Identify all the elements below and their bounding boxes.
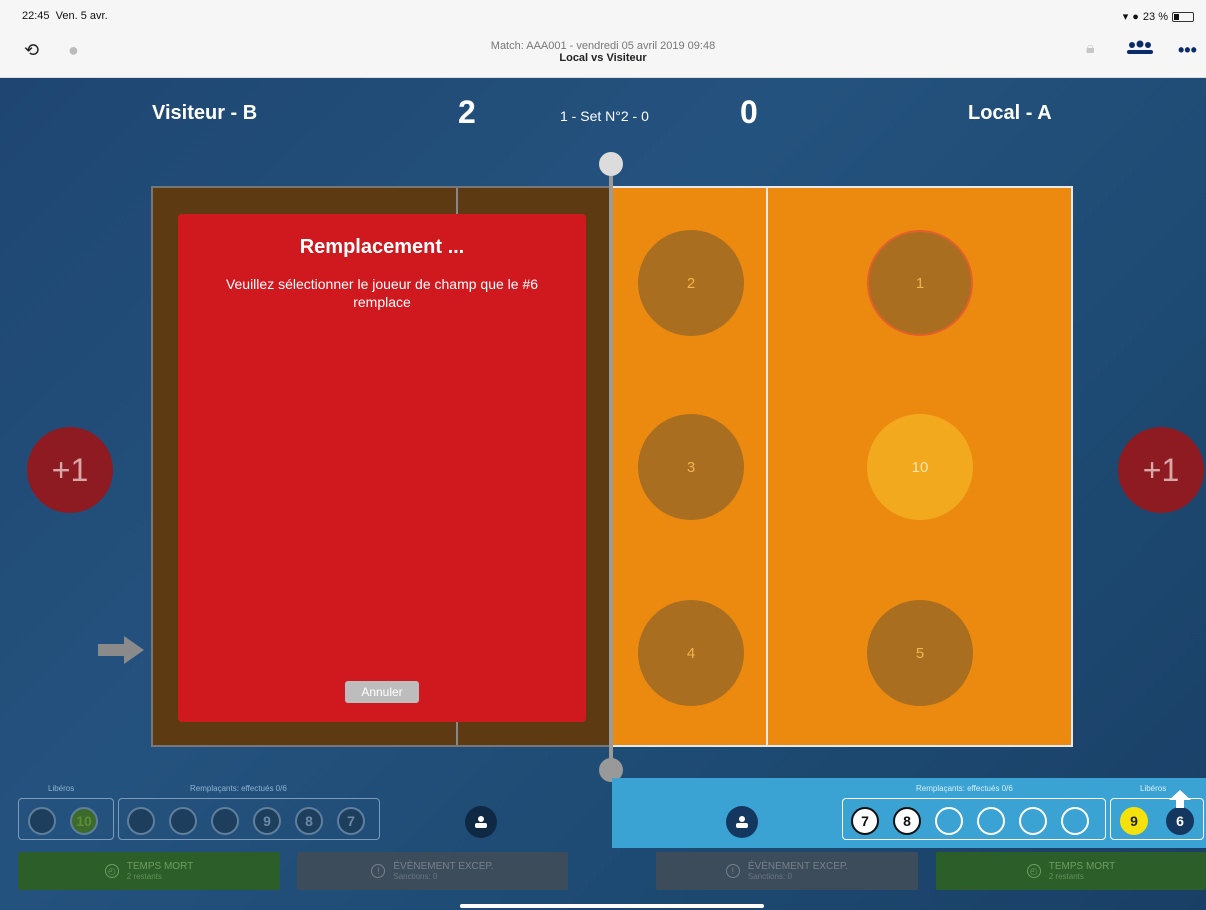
right-coach-icon[interactable] <box>726 806 758 838</box>
left-timeout-button[interactable]: ◴ TEMPS MORT 2 restants <box>18 852 280 890</box>
left-libero[interactable]: 10 <box>70 807 98 835</box>
right-sub[interactable] <box>1019 807 1047 835</box>
up-arrow-icon <box>1169 790 1191 808</box>
match-info: Match: AAA001 - vendredi 05 avril 2019 0… <box>490 40 716 52</box>
left-sub[interactable]: 9 <box>253 807 281 835</box>
replacement-dialog: Remplacement ... Veuillez sélectionner l… <box>178 214 586 722</box>
cancel-button[interactable]: Annuler <box>345 681 419 703</box>
player-position-6[interactable]: 10 <box>867 414 973 520</box>
right-score: 0 <box>740 94 758 130</box>
left-sub[interactable] <box>127 807 155 835</box>
home-indicator[interactable] <box>460 904 764 908</box>
right-libero-selected[interactable]: 6 <box>1166 807 1194 835</box>
left-libero[interactable] <box>28 807 56 835</box>
net-top-knob <box>599 152 623 176</box>
more-icon[interactable]: ••• <box>1178 40 1197 61</box>
wifi-icon: ▾ <box>1122 11 1129 23</box>
right-subs-label: Remplaçants: effectués 0/6 <box>916 784 1013 793</box>
right-liberos-label: Libéros <box>1140 784 1167 793</box>
left-score: 2 <box>458 94 476 130</box>
battery-percent: 23 % <box>1142 10 1168 23</box>
left-sub[interactable] <box>169 807 197 835</box>
dialog-message: Veuillez sélectionner le joueur de champ… <box>225 276 539 310</box>
lock-icon[interactable]: 🔒︎ <box>1086 40 1095 58</box>
left-subs-label: Remplaçants: effectués 0/6 <box>190 784 287 793</box>
right-sub[interactable] <box>977 807 1005 835</box>
player-position-4[interactable]: 4 <box>638 600 744 706</box>
set-label: 1 - Set N°2 - 0 <box>560 108 649 124</box>
right-sub[interactable]: 7 <box>851 807 879 835</box>
left-plus-one-button[interactable]: +1 <box>27 427 113 513</box>
battery-icon <box>1172 11 1194 22</box>
match-teams: Local vs Visiteur <box>559 52 647 64</box>
right-event-button[interactable]: ! ÉVÈNEMENT EXCEP. Sanctions: 0 <box>656 852 918 890</box>
right-timeout-button[interactable]: ◴ TEMPS MORT 2 restants <box>936 852 1206 890</box>
scoreboard-stage: Visiteur - B 2 1 - Set N°2 - 0 0 Local -… <box>0 78 1206 910</box>
right-plus-one-button[interactable]: +1 <box>1118 427 1204 513</box>
alert-icon: ! <box>371 864 386 878</box>
right-sub[interactable] <box>1061 807 1089 835</box>
nav-bar: ⟲ ● Match: AAA001 - vendredi 05 avril 20… <box>0 32 1206 78</box>
right-sub[interactable]: 8 <box>893 807 921 835</box>
left-sub[interactable]: 7 <box>337 807 365 835</box>
alarm-icon: ● <box>1132 10 1139 23</box>
right-libero[interactable]: 9 <box>1120 807 1148 835</box>
left-sub[interactable]: 8 <box>295 807 323 835</box>
right-team-name: Local - A <box>968 102 1052 124</box>
attack-line <box>766 188 768 745</box>
dialog-title: Remplacement ... <box>299 236 465 258</box>
player-position-5[interactable]: 5 <box>867 600 973 706</box>
status-bar: 22:45 Ven. 5 avr. ▾ ● 23 % <box>0 0 1206 32</box>
player-position-3[interactable]: 3 <box>638 414 744 520</box>
status-right: ▾ ● 23 % <box>1123 10 1194 23</box>
left-team-name: Visiteur - B <box>152 102 258 124</box>
right-bench-panel: Remplaçants: effectués 0/6 Libéros 7 8 9… <box>612 778 1206 848</box>
status-time: 22:45 Ven. 5 avr. <box>22 10 108 22</box>
player-position-1[interactable]: 1 <box>867 230 973 336</box>
left-bench-panel: Libéros Remplaçants: effectués 0/6 10 9 … <box>0 778 612 848</box>
timer-icon: ◴ <box>104 864 119 878</box>
left-coach-icon[interactable] <box>465 806 497 838</box>
right-sub[interactable] <box>935 807 963 835</box>
net <box>609 164 613 774</box>
left-sub[interactable] <box>211 807 239 835</box>
left-liberos-label: Libéros <box>48 784 75 793</box>
left-event-button[interactable]: ! ÉVÈNEMENT EXCEP. Sanctions: 0 <box>297 852 568 890</box>
timer-icon: ◴ <box>1026 864 1041 878</box>
match-title: Match: AAA001 - vendredi 05 avril 2019 0… <box>0 40 1206 64</box>
player-position-2[interactable]: 2 <box>638 230 744 336</box>
team-icon[interactable] <box>1126 40 1154 63</box>
alert-icon: ! <box>725 864 740 878</box>
serve-arrow-icon <box>98 636 144 664</box>
